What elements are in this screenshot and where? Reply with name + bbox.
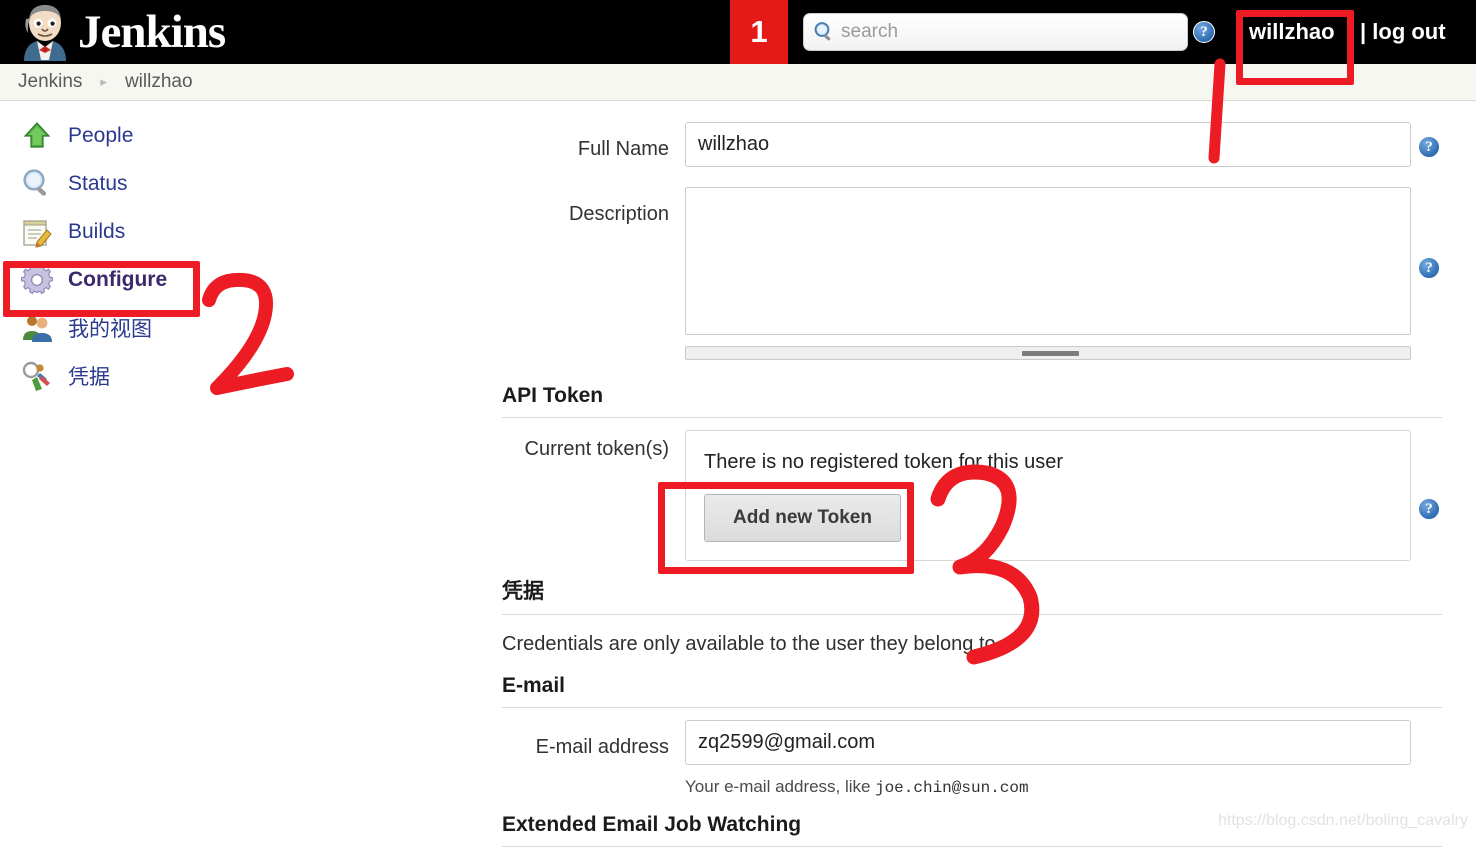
email-address-input[interactable] bbox=[685, 720, 1411, 765]
api-token-heading: API Token bbox=[502, 384, 604, 407]
description-textarea[interactable] bbox=[685, 187, 1411, 335]
search-icon bbox=[812, 20, 836, 44]
top-navigation-bar: Jenkins 1 ? willzhao | log out bbox=[0, 0, 1476, 64]
user-configure-form: Full Name ? Description ? API Token Curr… bbox=[502, 112, 1462, 847]
search-box[interactable] bbox=[803, 13, 1188, 51]
no-token-message: There is no registered token for this us… bbox=[704, 451, 1064, 473]
magnifier-icon bbox=[20, 167, 54, 201]
search-input[interactable] bbox=[839, 20, 1169, 44]
email-heading: E-mail bbox=[502, 674, 566, 697]
token-list-box: There is no registered token for this us… bbox=[685, 430, 1411, 561]
jenkins-home-link[interactable]: Jenkins bbox=[18, 0, 226, 64]
help-icon[interactable]: ? bbox=[1418, 136, 1440, 158]
sidebar-item-label: 我的视图 bbox=[68, 318, 152, 341]
add-new-token-button[interactable]: Add new Token bbox=[704, 494, 901, 542]
section-divider bbox=[502, 417, 1442, 418]
email-address-label: E-mail address bbox=[535, 736, 669, 758]
help-icon[interactable]: ? bbox=[1418, 498, 1440, 520]
brand-title: Jenkins bbox=[78, 6, 226, 58]
description-row: Description ? bbox=[502, 187, 1462, 360]
people-icon bbox=[20, 311, 54, 345]
credentials-section: 凭据 Credentials are only available to the… bbox=[502, 575, 1462, 656]
email-section: E-mail E-mail address Your e-mail addres… bbox=[502, 674, 1462, 797]
sidebar-item-label: Status bbox=[68, 172, 128, 195]
annotation-marker-1: 1 bbox=[730, 0, 788, 64]
api-token-section: API Token Current token(s) There is no r… bbox=[502, 384, 1462, 561]
breadcrumb-item-willzhao[interactable]: willzhao bbox=[125, 71, 193, 93]
email-hint-example: joe.chin@sun.com bbox=[874, 779, 1029, 797]
key-person-icon bbox=[20, 359, 54, 393]
full-name-label: Full Name bbox=[577, 138, 669, 160]
sidebar-item-label: People bbox=[68, 124, 134, 147]
jenkins-butler-icon bbox=[18, 3, 72, 61]
logout-link[interactable]: | log out bbox=[1360, 19, 1446, 45]
sidebar-item-credentials[interactable]: 凭据 bbox=[0, 352, 480, 400]
description-horizontal-scrollbar[interactable] bbox=[685, 346, 1411, 360]
watermark: https://blog.csdn.net/boling_cavalry bbox=[1218, 812, 1468, 829]
credentials-heading: 凭据 bbox=[502, 580, 544, 603]
breadcrumb: Jenkins ▸ willzhao bbox=[0, 64, 1476, 101]
sidebar-item-builds[interactable]: Builds bbox=[0, 208, 480, 256]
email-hint-prefix: Your e-mail address, like bbox=[685, 777, 871, 796]
sidebar-item-label: 凭据 bbox=[68, 366, 110, 389]
sidebar: People Status Builds Configure 我的视图 凭据 bbox=[0, 112, 480, 400]
email-address-row: E-mail address Your e-mail address, like… bbox=[502, 720, 1462, 797]
sidebar-item-my-views[interactable]: 我的视图 bbox=[0, 304, 480, 352]
sidebar-item-status[interactable]: Status bbox=[0, 160, 480, 208]
sidebar-item-configure[interactable]: Configure bbox=[0, 256, 480, 304]
description-label: Description bbox=[568, 203, 669, 225]
user-menu-link[interactable]: willzhao bbox=[1249, 19, 1335, 45]
gear-icon bbox=[20, 263, 54, 297]
current-tokens-label: Current token(s) bbox=[524, 438, 670, 460]
section-divider bbox=[502, 707, 1442, 708]
credentials-body-text: Credentials are only available to the us… bbox=[502, 633, 996, 655]
green-up-arrow-icon bbox=[20, 119, 54, 153]
sidebar-item-people[interactable]: People bbox=[0, 112, 480, 160]
scrollbar-thumb[interactable] bbox=[1022, 351, 1079, 356]
current-tokens-row: Current token(s) There is no registered … bbox=[502, 430, 1462, 561]
breadcrumb-item-jenkins[interactable]: Jenkins bbox=[18, 71, 82, 93]
sidebar-item-label: Configure bbox=[68, 268, 168, 291]
help-icon[interactable]: ? bbox=[1418, 257, 1440, 279]
full-name-row: Full Name ? bbox=[502, 122, 1462, 167]
full-name-input[interactable] bbox=[685, 122, 1411, 167]
breadcrumb-separator-icon: ▸ bbox=[100, 74, 107, 89]
section-divider bbox=[502, 614, 1442, 615]
help-icon[interactable]: ? bbox=[1193, 21, 1215, 43]
sidebar-item-label: Builds bbox=[68, 220, 126, 243]
notepad-pencil-icon bbox=[20, 215, 54, 249]
